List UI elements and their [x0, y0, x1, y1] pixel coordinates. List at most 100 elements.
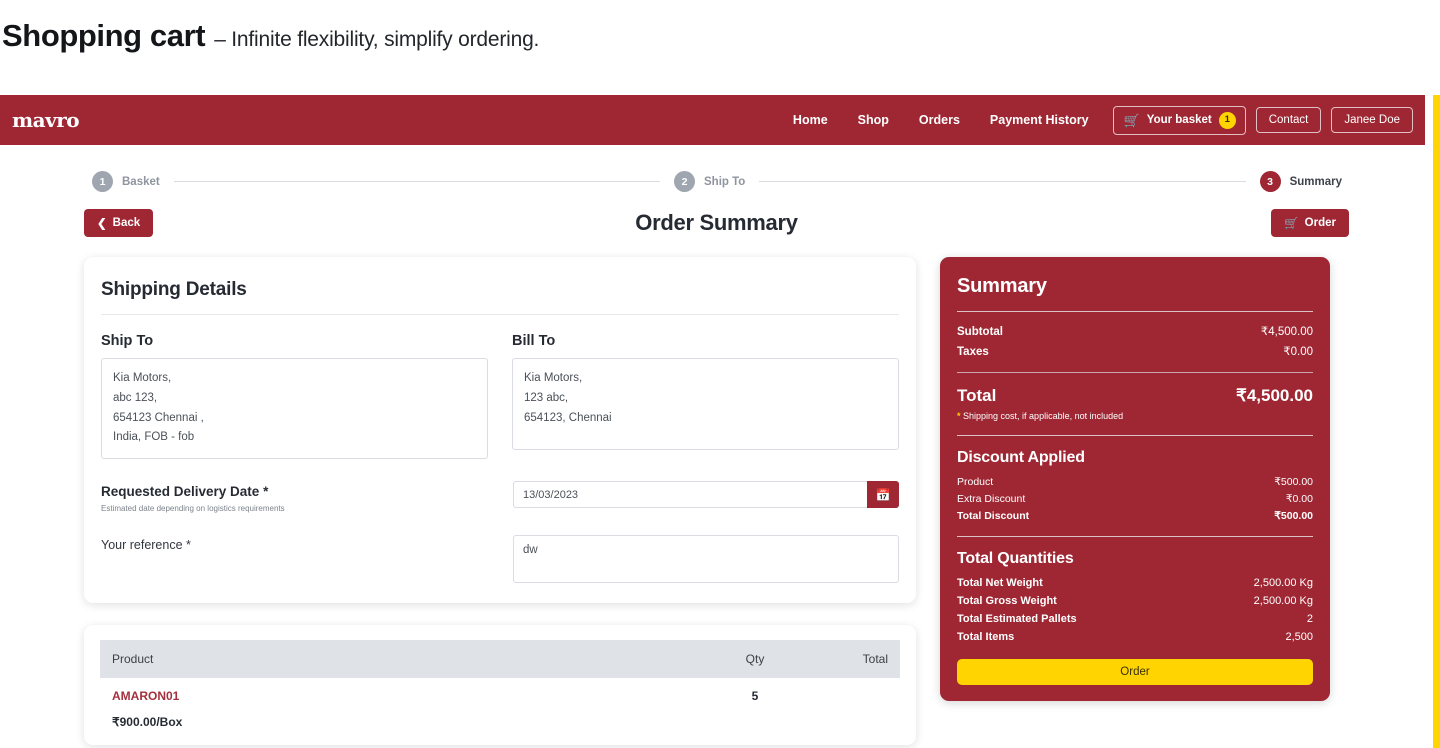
ship-to-label: Ship To — [101, 333, 154, 349]
top-navigation-bar: mavro Home Shop Orders Payment History 🛒… — [0, 95, 1425, 145]
note-text: Shipping cost, if applicable, not includ… — [960, 411, 1124, 421]
net-weight-value: 2,500.00 Kg — [1253, 577, 1313, 589]
page-subtitle-text: – Infinite flexibility, simplify orderin… — [214, 28, 540, 51]
shopping-cart-icon: 🛒 — [1123, 112, 1140, 128]
bill-to-group: Bill To Kia Motors, 123 abc, 654123, Che… — [512, 333, 899, 459]
basket-label: Your basket — [1146, 113, 1212, 126]
requested-delivery-date-row: Requested Delivery Date * Estimated date… — [101, 481, 899, 513]
checkout-stepper: 1 Basket 2 Ship To 3 Summary — [92, 171, 1342, 192]
step-connector-1 — [173, 181, 660, 182]
delivery-date-label: Requested Delivery Date * — [101, 484, 269, 500]
calendar-icon: 📅 — [875, 487, 891, 502]
delivery-date-input[interactable] — [513, 481, 867, 509]
products-table-card: Product Qty Total AMARON01 ₹900.00/Box 5 — [84, 625, 916, 746]
step-ship-to[interactable]: 2 Ship To — [674, 171, 745, 192]
summary-panel: Summary Subtotal ₹4,500.00 Taxes ₹0.00 T… — [940, 257, 1330, 701]
delivery-date-label-group: Requested Delivery Date * Estimated date… — [101, 481, 513, 513]
toolbar-row: ❮ Back Order Summary 🛒 Order — [84, 206, 1349, 240]
page-title-text: Shopping cart — [2, 18, 206, 53]
delivery-date-input-group: 📅 — [513, 481, 899, 509]
bill-to-label: Bill To — [512, 333, 556, 349]
shopping-cart-icon: 🛒 — [1284, 218, 1299, 230]
your-basket-button[interactable]: 🛒 Your basket 1 — [1112, 105, 1246, 135]
discount-applied-title: Discount Applied — [957, 449, 1085, 466]
items-label: Total Items — [957, 631, 1015, 643]
summary-line-taxes: Taxes ₹0.00 — [957, 344, 1313, 358]
table-header-row: Product Qty Total — [100, 640, 900, 679]
column-header-qty: Qty — [700, 640, 810, 679]
summary-title: Summary — [957, 275, 1313, 312]
total-value: ₹4,500.00 — [1236, 386, 1313, 405]
ship-to-group: Ship To Kia Motors, abc 123, 654123 Chen… — [101, 333, 488, 460]
order-button-summary[interactable]: Order — [957, 659, 1313, 685]
step-ship-to-number: 2 — [674, 171, 695, 192]
quantity-row-net-weight: Total Net Weight 2,500.00 Kg — [957, 577, 1313, 589]
quantity-row-pallets: Total Estimated Pallets 2 — [957, 613, 1313, 625]
contact-button[interactable]: Contact — [1255, 106, 1322, 134]
bill-to-address: Kia Motors, 123 abc, 654123, Chennai — [512, 358, 899, 450]
discount-total-label: Total Discount — [957, 510, 1030, 522]
summary-line-subtotal: Subtotal ₹4,500.00 — [957, 324, 1313, 338]
step-summary[interactable]: 3 Summary — [1259, 171, 1343, 192]
step-summary-number: 3 — [1259, 171, 1281, 192]
order-button-top[interactable]: 🛒 Order — [1271, 209, 1349, 237]
discount-row-total: Total Discount ₹500.00 — [957, 510, 1313, 522]
brand-logo[interactable]: mavro — [10, 108, 80, 132]
summary-column: Summary Subtotal ₹4,500.00 Taxes ₹0.00 T… — [940, 257, 1330, 701]
discount-product-label: Product — [957, 476, 994, 488]
net-weight-label: Total Net Weight — [957, 577, 1043, 589]
step-summary-label: Summary — [1289, 175, 1343, 188]
quantity-row-gross-weight: Total Gross Weight 2,500.00 Kg — [957, 595, 1313, 607]
step-basket[interactable]: 1 Basket — [92, 171, 160, 192]
nav-link-shop[interactable]: Shop — [858, 113, 889, 127]
gross-weight-label: Total Gross Weight — [957, 595, 1057, 607]
order-button-top-label: Order — [1304, 217, 1336, 229]
delivery-date-hint: Estimated date depending on logistics re… — [101, 504, 285, 514]
pallets-value: 2 — [1306, 613, 1313, 625]
step-basket-label: Basket — [122, 175, 160, 188]
step-connector-2 — [759, 181, 1246, 182]
page-heading: Shopping cart – Infinite flexibility, si… — [0, 18, 539, 68]
nav-link-home[interactable]: Home — [793, 113, 828, 127]
summary-divider-1 — [957, 372, 1313, 373]
product-price: ₹900.00/Box — [112, 715, 183, 730]
column-header-product: Product — [100, 640, 700, 679]
your-reference-row: Your reference * — [101, 535, 899, 584]
product-sku[interactable]: AMARON01 — [112, 689, 688, 703]
order-summary-title: Order Summary — [635, 210, 798, 235]
product-cell: AMARON01 ₹900.00/Box — [100, 678, 700, 729]
table-row[interactable]: AMARON01 ₹900.00/Box 5 — [100, 678, 900, 729]
nav-buttons: 🛒 Your basket 1 Contact Janee Doe — [1112, 105, 1413, 135]
summary-divider-3 — [957, 536, 1313, 537]
address-row: Ship To Kia Motors, abc 123, 654123 Chen… — [101, 333, 899, 460]
summary-divider-2 — [957, 435, 1313, 436]
discount-extra-value: ₹0.00 — [1285, 493, 1313, 505]
nav-link-payment-history[interactable]: Payment History — [990, 113, 1089, 127]
discount-row-extra: Extra Discount ₹0.00 — [957, 493, 1313, 505]
main-content: Shipping Details Ship To Kia Motors, abc… — [0, 240, 1433, 746]
taxes-value: ₹0.00 — [1283, 346, 1313, 358]
pallets-label: Total Estimated Pallets — [957, 613, 1077, 625]
product-total — [810, 678, 900, 729]
reference-textarea[interactable] — [513, 535, 899, 584]
calendar-icon-button[interactable]: 📅 — [867, 481, 899, 509]
discount-extra-label: Extra Discount — [957, 493, 1026, 505]
ship-to-address: Kia Motors, abc 123, 654123 Chennai , In… — [101, 358, 488, 460]
page-root: Shopping cart – Infinite flexibility, si… — [0, 0, 1440, 748]
items-value: 2,500 — [1285, 631, 1313, 643]
left-column: Shipping Details Ship To Kia Motors, abc… — [84, 257, 916, 746]
step-basket-number: 1 — [92, 171, 113, 192]
gross-weight-value: 2,500.00 Kg — [1253, 595, 1313, 607]
basket-count-badge: 1 — [1218, 111, 1236, 129]
shipping-cost-note: * Shipping cost, if applicable, not incl… — [957, 411, 1313, 421]
reference-label: Your reference * — [101, 538, 191, 553]
shipping-details-card: Shipping Details Ship To Kia Motors, abc… — [84, 257, 916, 604]
column-header-total: Total — [810, 640, 900, 679]
shipping-details-title: Shipping Details — [101, 279, 899, 315]
page-scrollbar[interactable] — [1432, 95, 1440, 748]
total-label: Total — [957, 386, 997, 405]
nav-link-orders[interactable]: Orders — [919, 113, 960, 127]
user-account-button[interactable]: Janee Doe — [1331, 106, 1413, 134]
subtotal-label: Subtotal — [957, 326, 1003, 338]
quantity-row-items: Total Items 2,500 — [957, 631, 1313, 643]
